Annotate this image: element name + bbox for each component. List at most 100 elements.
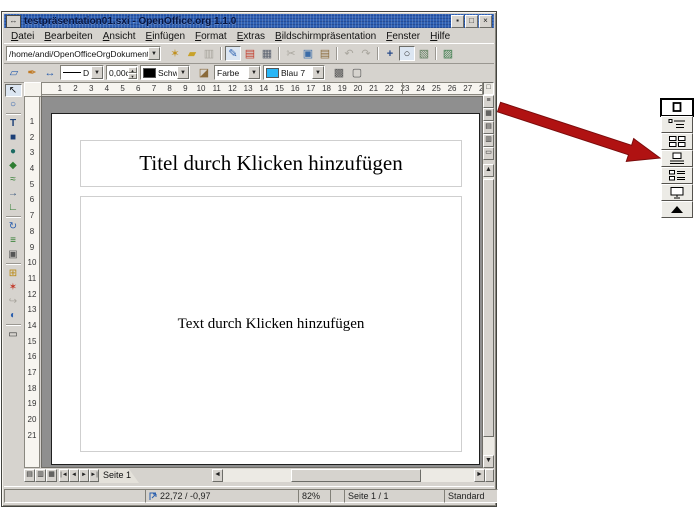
horizontal-scrollbar[interactable] — [223, 469, 474, 482]
scroll-right-button[interactable]: ► — [474, 469, 485, 482]
edit-file-icon[interactable]: ✎ — [225, 46, 241, 61]
rotation-mode-icon[interactable]: ▢ — [349, 65, 365, 80]
floating-scroll-up-button[interactable] — [661, 201, 693, 218]
line-color-combobox[interactable]: Schwarz ▼ — [140, 65, 190, 80]
master-mode-button[interactable]: ▥ — [35, 469, 46, 482]
select-tool[interactable]: ↖ — [5, 84, 22, 97]
gallery-icon[interactable]: ▧ — [416, 46, 432, 61]
scroll-down-button[interactable]: ▼ — [483, 455, 494, 468]
page-tab[interactable]: Seite 1 — [99, 469, 139, 483]
template-field[interactable]: Standard — [444, 489, 498, 503]
page-mode-button[interactable]: ▤ — [24, 469, 35, 482]
layer-mode-button[interactable]: ▦ — [46, 469, 57, 482]
body-text-placeholder[interactable]: Text durch Klicken hinzufügen — [80, 196, 462, 452]
effects-tool[interactable]: ✶ — [5, 281, 22, 294]
line-style-combobox[interactable]: D ▼ — [60, 65, 104, 80]
new-document-icon[interactable]: ✶ — [167, 46, 183, 61]
menu-item[interactable]: Extras — [232, 30, 270, 43]
connector-tool[interactable]: ∟ — [5, 201, 22, 214]
floating-drawing-view-button[interactable] — [661, 99, 693, 116]
floating-start-slideshow-button[interactable] — [661, 184, 693, 201]
navigator-icon[interactable]: + — [382, 46, 398, 61]
menu-item[interactable]: Fenster — [381, 30, 425, 43]
dropdown-arrow-icon[interactable]: ▼ — [312, 66, 324, 79]
close-button[interactable]: × — [479, 15, 492, 28]
floating-slides-view-button[interactable] — [661, 133, 693, 150]
rotate-tool[interactable]: ↻ — [5, 220, 22, 233]
export-pdf-icon[interactable]: ▤ — [242, 46, 258, 61]
menu-item[interactable]: Bildschirmpräsentation — [270, 30, 381, 43]
vertical-scrollbar[interactable] — [483, 177, 494, 455]
scroll-up-button[interactable]: ▲ — [483, 164, 494, 177]
dropdown-arrow-icon[interactable]: ▼ — [248, 66, 260, 79]
titlebar[interactable]: ↔ testpräsentation01.sxi - OpenOffice.or… — [4, 14, 494, 28]
first-page-button[interactable]: |◄ — [59, 469, 69, 482]
interaction-tool[interactable]: ↪ — [5, 295, 22, 308]
title-placeholder[interactable]: Titel durch Klicken hinzufügen — [80, 140, 462, 187]
page-indicator-field[interactable]: Seite 1 / 1 — [344, 489, 448, 503]
window-menu-icon[interactable]: ↔ — [6, 15, 21, 28]
handout-view-button[interactable]: ▥ — [483, 134, 494, 147]
cut-icon[interactable]: ✂ — [283, 46, 299, 61]
notes-view-button[interactable]: ▤ — [483, 121, 494, 134]
rectangle-tool[interactable]: ■ — [5, 131, 22, 144]
line-width-spinner[interactable]: 0,00cm ▲▼ — [106, 65, 138, 80]
minimize-button[interactable]: ▪ — [451, 15, 464, 28]
next-page-button[interactable]: ► — [79, 469, 89, 482]
curve-tool[interactable]: ≈ — [5, 173, 22, 186]
objects-3d-tool[interactable]: ◆ — [5, 159, 22, 172]
scroll-left-button[interactable]: ◄ — [212, 469, 223, 482]
menu-item[interactable]: Datei — [6, 30, 39, 43]
menu-item[interactable]: Einfügen — [141, 30, 190, 43]
ellipse-tool[interactable]: ● — [5, 145, 22, 158]
insert-graphics-icon[interactable]: ▨ — [440, 46, 456, 61]
lines-arrows-tool[interactable]: → — [5, 187, 22, 200]
alignment-tool[interactable]: ≡ — [5, 234, 22, 247]
line-dialog-icon[interactable]: ✒ — [24, 65, 40, 80]
print-icon[interactable]: ▦ — [259, 46, 275, 61]
redo-icon[interactable]: ↷ — [358, 46, 374, 61]
zoom-tool[interactable]: ○ — [5, 98, 22, 111]
effects-3d-tool[interactable]: ◐ — [5, 309, 22, 322]
url-combobox[interactable]: /home/andi/OpenOfficeOrgDokumente/Op ▼ — [6, 46, 161, 61]
menu-item[interactable]: Hilfe — [425, 30, 455, 43]
dropdown-arrow-icon[interactable]: ▼ — [148, 47, 160, 60]
text-tool[interactable]: T — [5, 117, 22, 130]
copy-icon[interactable]: ▣ — [300, 46, 316, 61]
vertical-scroll-thumb[interactable] — [483, 179, 494, 437]
previous-page-button[interactable]: ◄ — [69, 469, 79, 482]
dropdown-arrow-icon[interactable]: ▼ — [177, 66, 189, 79]
outline-view-button[interactable]: ≡ — [483, 95, 494, 108]
shadow-icon[interactable]: ▩ — [331, 65, 347, 80]
menu-item[interactable]: Format — [190, 30, 232, 43]
maximize-button[interactable]: □ — [465, 15, 478, 28]
edit-points-icon[interactable]: ▱ — [6, 65, 22, 80]
drawing-view-button[interactable]: □ — [483, 82, 494, 95]
last-page-button[interactable]: ►| — [89, 469, 99, 482]
menu-item[interactable]: Ansicht — [98, 30, 141, 43]
floating-outline-view-button[interactable] — [661, 116, 693, 133]
zoom-level-field[interactable]: 82% — [298, 489, 334, 503]
paste-icon[interactable]: ▤ — [317, 46, 333, 61]
fill-color-combobox[interactable]: Blau 7 ▼ — [263, 65, 325, 80]
menu-item[interactable]: Bearbeiten — [39, 30, 97, 43]
presentation-box-tool[interactable]: ▭ — [5, 328, 22, 341]
open-document-icon[interactable]: ▰ — [184, 46, 200, 61]
floating-handout-view-button[interactable] — [661, 167, 693, 184]
zoom-icon[interactable]: ○ — [399, 46, 415, 61]
dropdown-arrow-icon[interactable]: ▼ — [91, 66, 103, 79]
arrange-tool[interactable]: ▣ — [5, 248, 22, 261]
fill-style-icon[interactable]: ◪ — [196, 65, 212, 80]
insert-tool[interactable]: ⊞ — [5, 267, 22, 280]
arrow-style-icon[interactable]: ↔ — [42, 65, 58, 80]
save-document-icon[interactable]: ▥ — [201, 46, 217, 61]
slide-page[interactable]: Titel durch Klicken hinzufügen Text durc… — [51, 113, 480, 465]
resize-grip[interactable] — [485, 469, 494, 482]
cursor-position-field[interactable]: 22,72 / -0,97 — [145, 489, 303, 503]
horizontal-scroll-thumb[interactable] — [291, 469, 421, 482]
slides-view-button[interactable]: ▦ — [483, 108, 494, 121]
spin-down-icon[interactable]: ▼ — [128, 73, 137, 79]
floating-notes-view-button[interactable] — [661, 150, 693, 167]
undo-icon[interactable]: ↶ — [341, 46, 357, 61]
fill-type-combobox[interactable]: Farbe ▼ — [214, 65, 261, 80]
